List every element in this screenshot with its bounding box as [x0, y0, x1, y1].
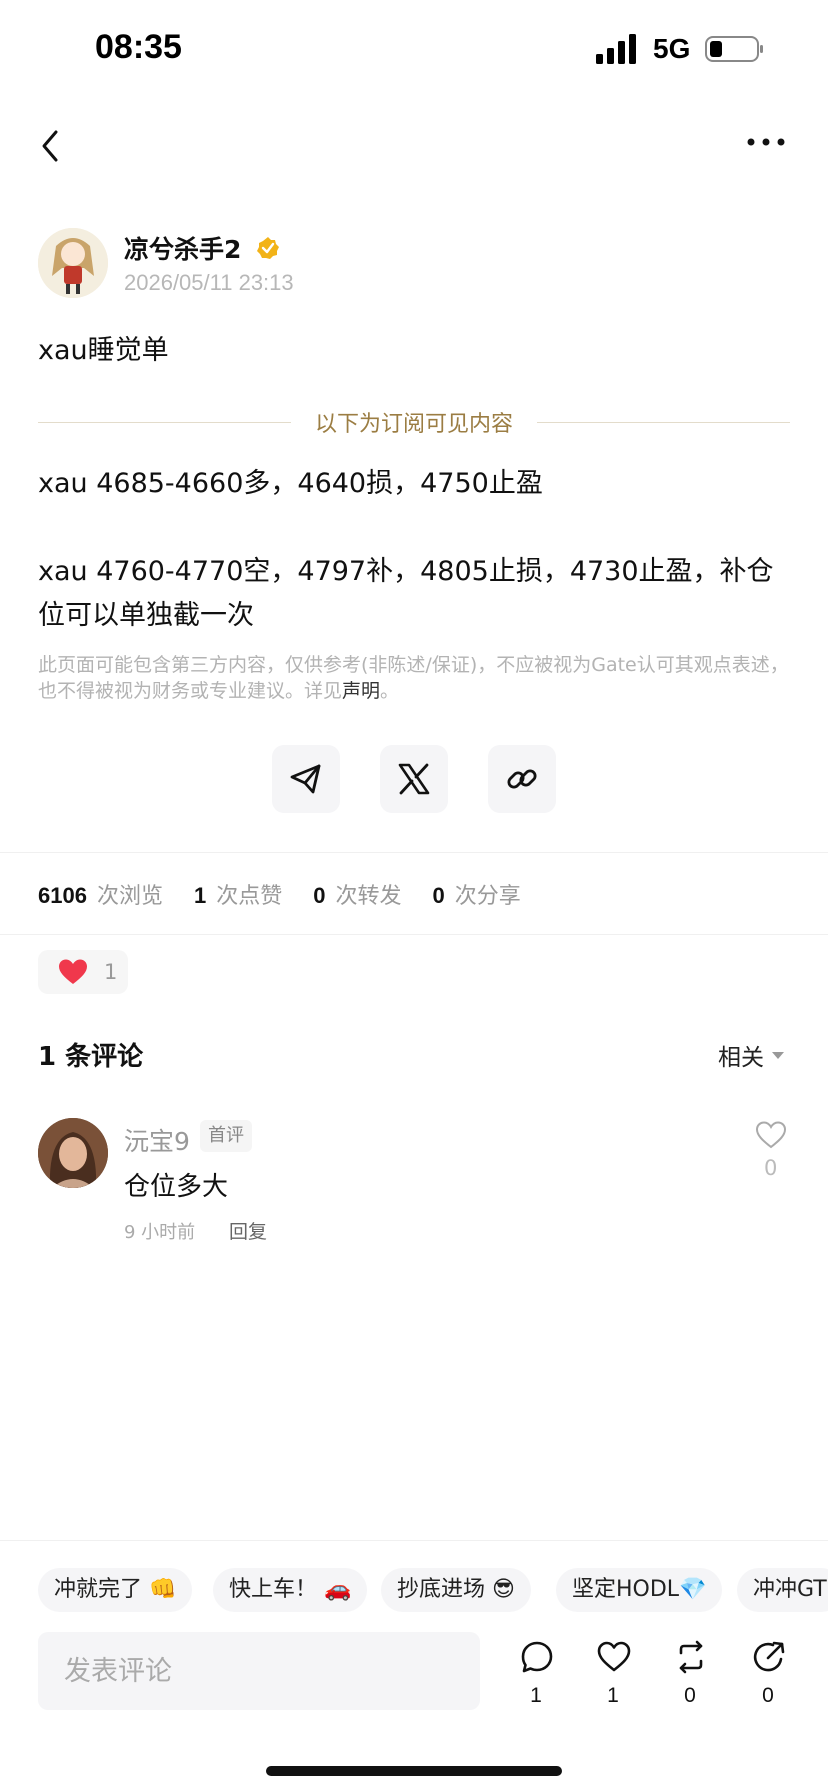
status-time: 08:35: [95, 28, 182, 66]
comments-count-title: 1 条评论: [38, 1042, 144, 1072]
divider-line-right: [537, 421, 791, 423]
disclaimer-text: 此页面可能包含第三方内容，仅供参考(非陈述/保证)，不应被视为Gate认可其观点…: [38, 654, 789, 702]
comment-time: 9 小时前: [124, 1222, 196, 1243]
battery-icon: [705, 36, 763, 62]
subscriber-divider-label: 以下为订阅可见内容: [315, 412, 514, 437]
share-action-count: 0: [762, 1684, 774, 1707]
heart-outline-icon: [597, 1641, 631, 1672]
disclaimer-end: 。: [380, 680, 400, 702]
reposts-label: 次转发: [335, 884, 402, 909]
like-action[interactable]: 1: [591, 1640, 635, 1710]
comment-sort-dropdown[interactable]: 相关: [718, 1038, 784, 1072]
shares-label: 次分享: [454, 884, 521, 909]
network-label: 5G: [653, 33, 691, 64]
share-action[interactable]: 0: [746, 1640, 790, 1710]
divider-line-left: [38, 421, 291, 423]
post-line-2: xau 4760-4770空，4797补，4805止损，4730止盈，补仓位可以…: [38, 556, 774, 631]
comment-bubble-icon: [521, 1641, 553, 1673]
post-title: xau睡觉单: [38, 335, 169, 366]
views-count: 6106: [38, 883, 87, 908]
views-label: 次浏览: [96, 884, 163, 909]
author-avatar[interactable]: [38, 228, 108, 298]
repost-action-count: 0: [684, 1684, 696, 1707]
subscriber-divider: 以下为订阅可见内容: [38, 404, 791, 440]
reposts-count: 0: [313, 883, 326, 908]
repost-action[interactable]: 0: [668, 1640, 712, 1710]
heart-reaction-count: 1: [104, 960, 118, 984]
signal-icon: [596, 34, 636, 64]
link-icon: [507, 769, 537, 789]
quick-reply-chip[interactable]: 冲冲GT: [737, 1568, 828, 1612]
heart-reaction-chip[interactable]: 1: [38, 950, 128, 994]
quick-reply-chip[interactable]: 冲就完了 👊: [38, 1568, 193, 1612]
comment-like-count: 0: [764, 1156, 778, 1180]
post-line-1: xau 4685-4660多，4640损，4750止盈: [38, 468, 543, 499]
copy-link-button[interactable]: [488, 745, 556, 813]
comment-like-heart-icon[interactable]: [755, 1120, 787, 1150]
share-arrow-icon: [753, 1641, 785, 1672]
comment-reply-button[interactable]: 回复: [229, 1217, 267, 1244]
comments-action[interactable]: 1: [514, 1640, 558, 1710]
likes-count: 1: [193, 883, 207, 908]
likes-label: 次点赞: [216, 884, 283, 909]
more-options-button[interactable]: [745, 136, 787, 148]
author-name[interactable]: 凉兮杀手2: [124, 230, 241, 266]
repost-icon: [679, 1640, 703, 1674]
back-button[interactable]: [36, 126, 66, 166]
disclaimer: 此页面可能包含第三方内容，仅供参考(非陈述/保证)，不应被视为Gate认可其观点…: [38, 652, 790, 704]
post-stats: 6106 次浏览 1 次点赞 0 次转发 0 次分享: [38, 878, 545, 910]
commenter-name[interactable]: 沅宝9: [124, 1122, 190, 1158]
caret-down-icon: [772, 1051, 784, 1059]
comment-input[interactable]: [38, 1632, 480, 1710]
commenter-avatar[interactable]: [38, 1118, 108, 1188]
home-indicator: [266, 1766, 562, 1776]
anime-avatar-icon: [38, 228, 108, 298]
quick-reply-chip[interactable]: 坚定HODL💎: [556, 1568, 723, 1612]
disclaimer-link[interactable]: 声明: [342, 680, 380, 702]
quick-reply-chip[interactable]: 抄底进场 😎: [381, 1568, 531, 1612]
shares-count: 0: [432, 883, 445, 908]
first-comment-badge: 首评: [200, 1120, 252, 1152]
section-divider: [0, 852, 828, 853]
comment-sort-label: 相关: [718, 1045, 764, 1071]
section-divider: [0, 934, 828, 935]
bottom-bar-divider: [0, 1540, 828, 1541]
heart-icon: [59, 959, 87, 984]
share-x-button[interactable]: [380, 745, 448, 813]
like-action-count: 1: [607, 1684, 619, 1707]
portrait-avatar-icon: [38, 1118, 108, 1188]
x-icon: [398, 763, 430, 795]
comments-action-count: 1: [530, 1684, 542, 1707]
verified-badge-icon: [257, 237, 279, 259]
quick-reply-chip[interactable]: 快上车！ 🚗: [213, 1568, 368, 1612]
telegram-icon: [290, 764, 321, 794]
share-telegram-button[interactable]: [272, 745, 340, 813]
comment-text: 仓位多大: [124, 1172, 229, 1202]
post-datetime: 2026/05/11 23:13: [124, 270, 294, 295]
